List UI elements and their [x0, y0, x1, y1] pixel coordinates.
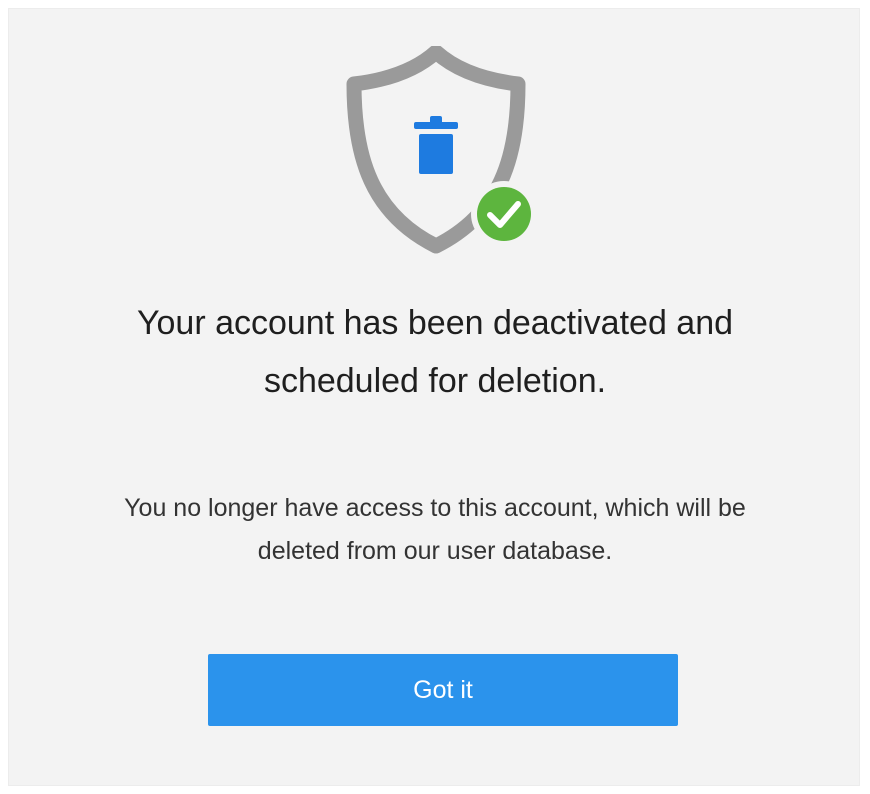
- trash-icon: [414, 116, 458, 174]
- dialog-message: You no longer have access to this accoun…: [0, 487, 870, 573]
- got-it-button[interactable]: Got it: [208, 654, 678, 726]
- shield-illustration: [344, 46, 544, 256]
- dialog-title-line-2: scheduled for deletion.: [263, 362, 607, 400]
- shield-graphic: [346, 46, 537, 254]
- dialog-message-line-2: deleted from our user database.: [257, 537, 613, 565]
- dialog-message-line-1: You no longer have access to this accoun…: [124, 494, 746, 522]
- page: Your account has been deactivated and sc…: [0, 0, 870, 794]
- check-badge-icon: [471, 181, 537, 247]
- dialog-title: Your account has been deactivated and sc…: [0, 294, 870, 410]
- dialog-title-line-1: Your account has been deactivated and: [136, 304, 734, 342]
